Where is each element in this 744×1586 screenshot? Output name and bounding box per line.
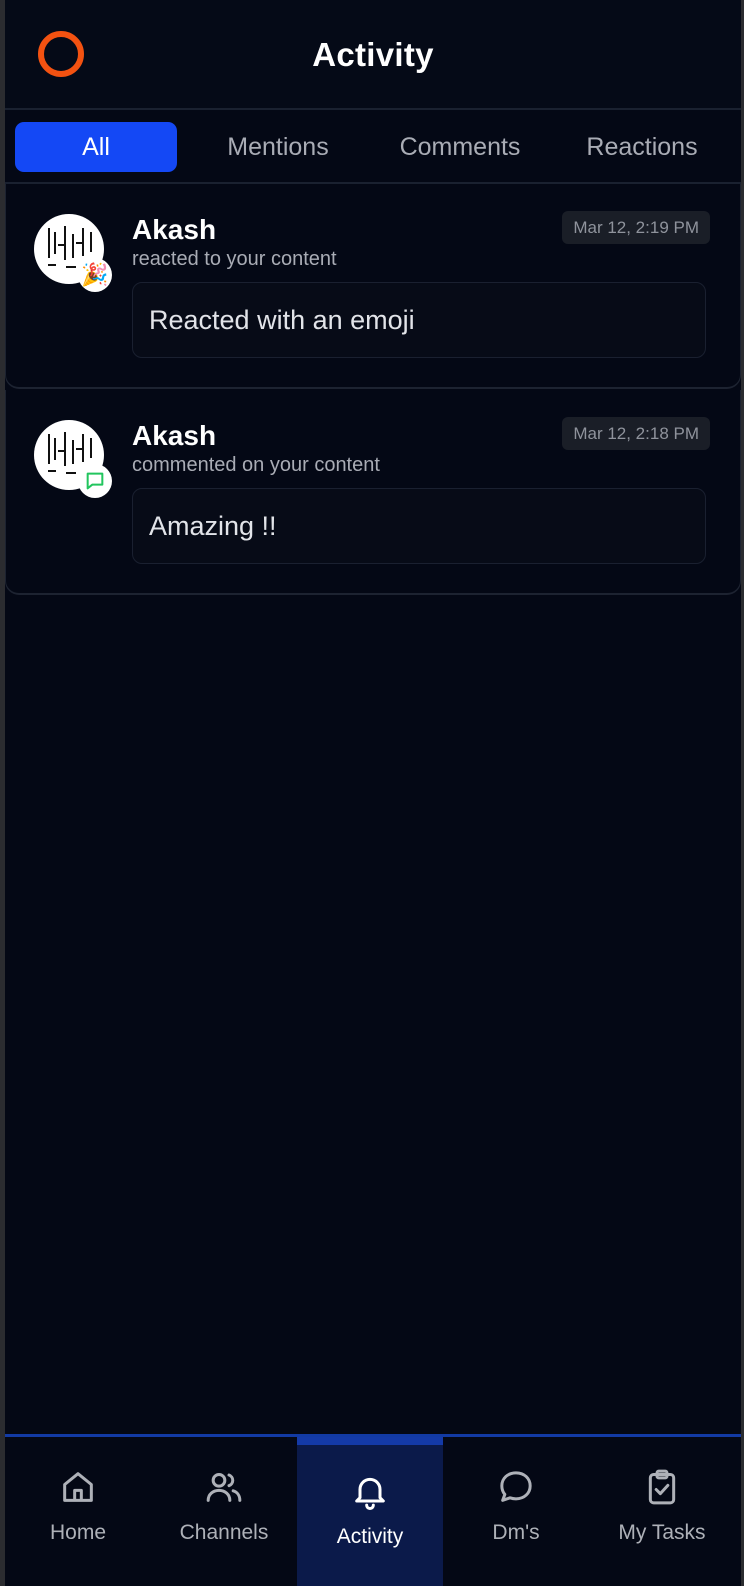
clipboard-check-icon (648, 1469, 676, 1505)
nav-activity[interactable]: Activity (297, 1437, 443, 1586)
home-icon (63, 1472, 93, 1502)
user-name[interactable]: Akash (132, 420, 216, 452)
chat-bubble-icon (500, 1471, 532, 1502)
nav-label: Channels (179, 1521, 269, 1544)
user-name[interactable]: Akash (132, 214, 216, 246)
filter-tabs: All Mentions Comments Reactions (5, 110, 741, 184)
nav-channels[interactable]: Channels (151, 1437, 297, 1586)
users-icon (206, 1473, 242, 1502)
header: Activity (5, 0, 741, 110)
nav-label: Home (49, 1521, 107, 1544)
activity-description: reacted to your content (132, 248, 337, 270)
page-title: Activity (312, 36, 434, 73)
party-popper-icon: 🎉 (78, 258, 112, 292)
nav-label: Dm's (492, 1521, 540, 1544)
bell-icon (355, 1477, 385, 1510)
timestamp: Mar 12, 2:18 PM (562, 417, 710, 450)
nav-dms[interactable]: Dm's (443, 1437, 589, 1586)
app-screen: Activity All Mentions Comments Reactions… (5, 0, 741, 1586)
activity-description: commented on your content (132, 454, 380, 476)
bottom-nav: Home Channels Activity Dm's My Tasks (5, 1434, 741, 1586)
activity-item[interactable]: Akash commented on your content Mar 12, … (5, 390, 741, 595)
nav-label: Activity (336, 1525, 404, 1548)
tab-all[interactable]: All (15, 122, 177, 172)
nav-home[interactable]: Home (5, 1437, 151, 1586)
nav-my-tasks[interactable]: My Tasks (589, 1437, 735, 1586)
tab-comments[interactable]: Comments (379, 122, 541, 172)
comment-icon (78, 464, 112, 498)
activity-message[interactable]: Amazing !! (132, 488, 706, 564)
nav-label: My Tasks (618, 1521, 706, 1544)
activity-item[interactable]: 🎉 Akash reacted to your content Mar 12, … (5, 184, 741, 389)
activity-message[interactable]: Reacted with an emoji (132, 282, 706, 358)
tab-mentions[interactable]: Mentions (197, 122, 359, 172)
timestamp: Mar 12, 2:19 PM (562, 211, 710, 244)
tab-reactions[interactable]: Reactions (561, 122, 723, 172)
